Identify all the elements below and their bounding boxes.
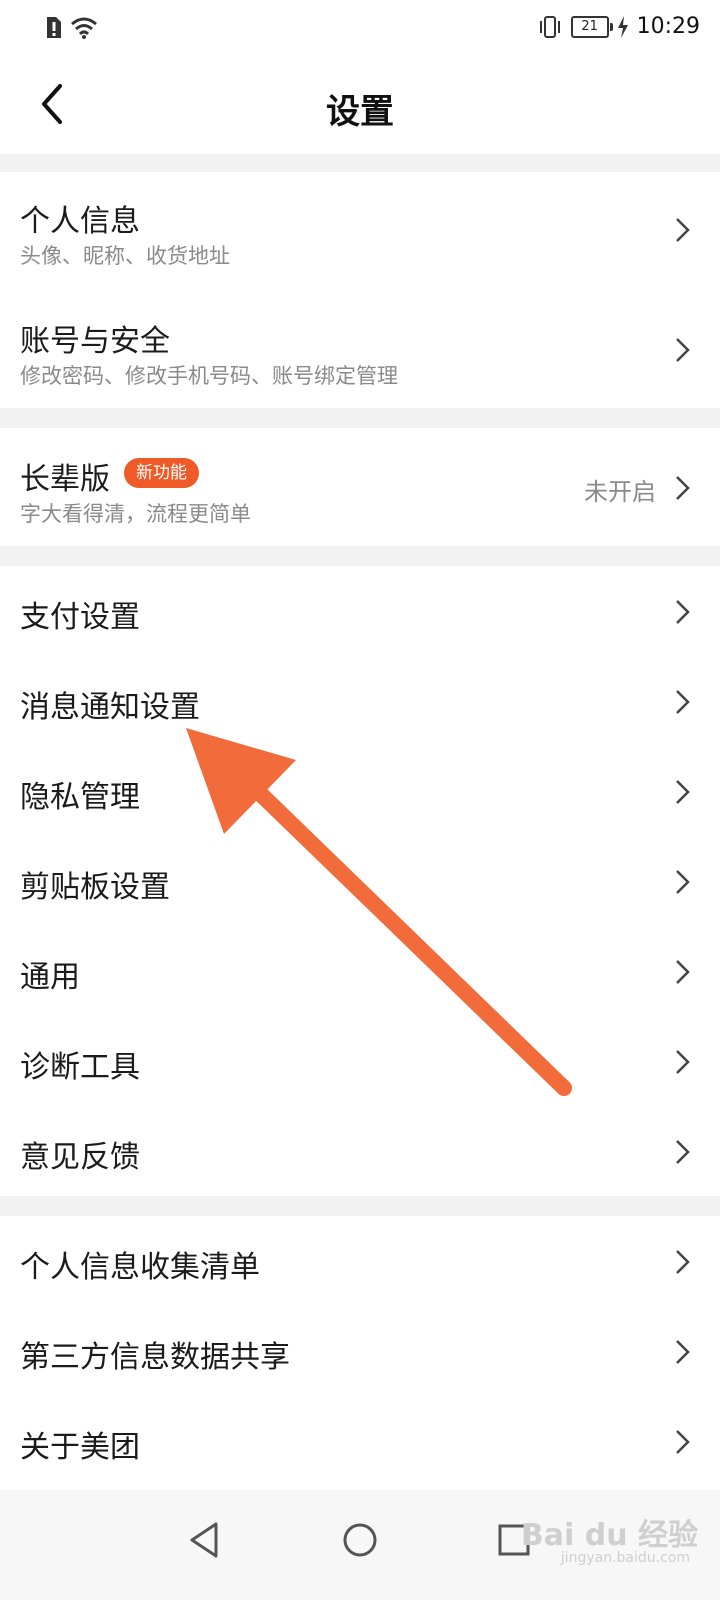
settings-item-privacy[interactable]: 隐私管理 (0, 746, 720, 836)
section-general: 支付设置 消息通知设置 隐私管理 剪贴板设置 通用 诊断工具 意见反馈 (0, 566, 720, 1196)
item-subtitle: 字大看得清，流程更简单 (20, 502, 251, 526)
home-circle-icon[interactable] (330, 1510, 390, 1570)
item-title: 账号与安全 (20, 324, 170, 359)
item-subtitle: 修改密码、修改手机号码、账号绑定管理 (20, 364, 398, 388)
watermark-logo: Bai du 经验 (520, 1518, 698, 1553)
item-title: 个人信息 (20, 204, 140, 239)
section-profile: 个人信息 头像、昵称、收货地址 账号与安全 修改密码、修改手机号码、账号绑定管理 (0, 172, 720, 408)
settings-item-general[interactable]: 通用 (0, 926, 720, 1016)
settings-item-notifications[interactable]: 消息通知设置 (0, 656, 720, 746)
settings-item-clipboard[interactable]: 剪贴板设置 (0, 836, 720, 926)
settings-item-third-party-sharing[interactable]: 第三方信息数据共享 (0, 1306, 720, 1396)
chevron-right-icon (676, 780, 690, 804)
settings-item-payment[interactable]: 支付设置 (0, 566, 720, 656)
new-feature-badge: 新功能 (124, 458, 199, 488)
item-title: 隐私管理 (20, 780, 140, 815)
chevron-right-icon (676, 690, 690, 714)
settings-item-about[interactable]: 关于美团 (0, 1396, 720, 1486)
item-title: 个人信息收集清单 (20, 1250, 260, 1285)
chevron-right-icon (676, 1250, 690, 1274)
back-triangle-icon[interactable] (176, 1510, 236, 1570)
chevron-right-icon (676, 870, 690, 894)
item-title: 通用 (20, 960, 80, 995)
item-title: 关于美团 (20, 1430, 140, 1465)
app-header: 设置 (0, 62, 720, 154)
chevron-right-icon (676, 960, 690, 984)
watermark-url: jingyan.baidu.com (560, 1550, 690, 1566)
settings-item-personal-info[interactable]: 个人信息 头像、昵称、收货地址 (0, 172, 720, 290)
chevron-right-icon (676, 1430, 690, 1454)
item-title: 消息通知设置 (20, 690, 200, 725)
chevron-right-icon (676, 476, 690, 500)
section-legal: 个人信息收集清单 第三方信息数据共享 关于美团 (0, 1216, 720, 1490)
settings-item-account-security[interactable]: 账号与安全 修改密码、修改手机号码、账号绑定管理 (0, 290, 720, 408)
status-bar: 21 10:29 (0, 0, 720, 62)
system-nav-bar: Bai du 经验 jingyan.baidu.com (0, 1490, 720, 1600)
chevron-right-icon (676, 218, 690, 242)
sim-alert-icon (47, 17, 61, 38)
item-title: 长辈版 (20, 462, 110, 497)
item-title: 诊断工具 (20, 1050, 140, 1085)
section-elder-mode: 长辈版 新功能 字大看得清，流程更简单 未开启 (0, 428, 720, 546)
settings-item-elder-mode[interactable]: 长辈版 新功能 字大看得清，流程更简单 未开启 (0, 428, 720, 546)
chevron-right-icon (676, 600, 690, 624)
wifi-icon (71, 17, 97, 39)
item-title: 第三方信息数据共享 (20, 1340, 290, 1375)
settings-item-data-collection-list[interactable]: 个人信息收集清单 (0, 1216, 720, 1306)
chevron-right-icon (676, 338, 690, 362)
settings-item-feedback[interactable]: 意见反馈 (0, 1106, 720, 1196)
battery-icon: 21 (570, 15, 613, 38)
vibrate-icon (539, 15, 560, 38)
item-subtitle: 头像、昵称、收货地址 (20, 244, 230, 268)
chevron-right-icon (676, 1340, 690, 1364)
item-status: 未开启 (584, 478, 656, 506)
charging-icon (617, 15, 628, 38)
item-title: 支付设置 (20, 600, 140, 635)
page-title: 设置 (326, 92, 394, 132)
item-title: 意见反馈 (20, 1140, 140, 1175)
chevron-right-icon (676, 1050, 690, 1074)
settings-item-diagnostics[interactable]: 诊断工具 (0, 1016, 720, 1106)
chevron-right-icon (676, 1140, 690, 1164)
clock: 10:29 (636, 14, 700, 39)
item-title: 剪贴板设置 (20, 870, 170, 905)
